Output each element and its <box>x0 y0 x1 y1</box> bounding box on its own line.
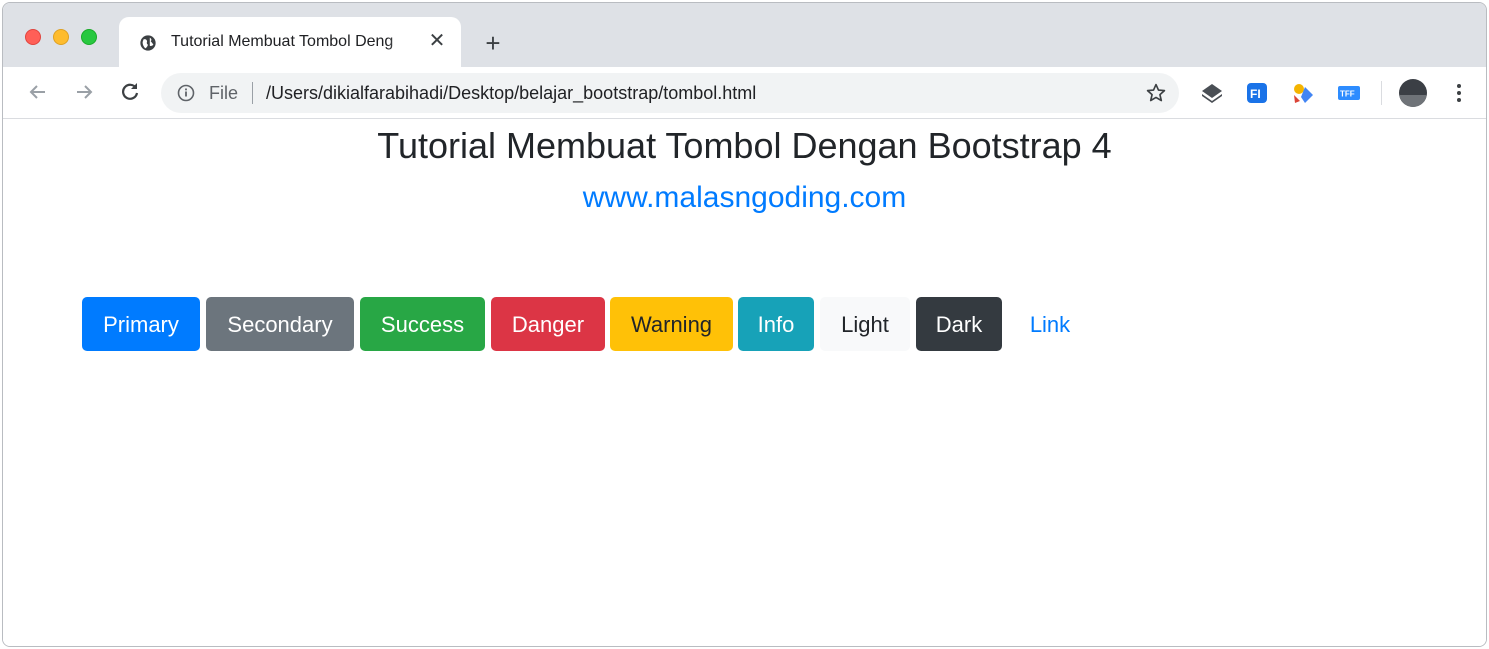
close-window-button[interactable] <box>25 29 41 45</box>
info-button[interactable]: Info <box>738 297 814 351</box>
address-bar[interactable]: File /Users/dikialfarabihadi/Desktop/bel… <box>161 73 1179 113</box>
reload-icon[interactable] <box>117 79 143 105</box>
toolbar-divider <box>1381 81 1382 105</box>
danger-button[interactable]: Danger <box>491 297 605 351</box>
url-text[interactable]: /Users/dikialfarabihadi/Desktop/belajar_… <box>266 83 756 104</box>
light-button[interactable]: Light <box>820 297 910 351</box>
browser-window: Tutorial Membuat Tombol Deng ✕ + File /U… <box>2 2 1487 647</box>
more-menu-icon[interactable] <box>1449 79 1469 107</box>
address-divider <box>252 82 253 104</box>
fi-extension-icon[interactable]: FI <box>1245 81 1269 105</box>
svg-text:TFF: TFF <box>1340 90 1355 99</box>
close-tab-icon[interactable]: ✕ <box>425 29 449 53</box>
info-icon[interactable] <box>177 84 195 102</box>
tff-extension-icon[interactable]: TFF <box>1337 81 1361 105</box>
tab-title: Tutorial Membuat Tombol Deng <box>171 33 394 50</box>
layers-icon[interactable] <box>1200 81 1224 105</box>
forward-arrow-icon[interactable] <box>71 79 97 105</box>
browser-tab[interactable]: Tutorial Membuat Tombol Deng ✕ <box>119 17 461 67</box>
new-tab-button[interactable]: + <box>479 29 507 57</box>
page-content: Tutorial Membuat Tombol Dengan Bootstrap… <box>3 119 1486 646</box>
maximize-window-button[interactable] <box>81 29 97 45</box>
page-title: Tutorial Membuat Tombol Dengan Bootstrap… <box>377 125 1112 166</box>
warning-button[interactable]: Warning <box>610 297 733 351</box>
globe-icon <box>140 35 156 51</box>
site-url-heading: www.malasngoding.com <box>582 181 907 214</box>
back-arrow-icon[interactable] <box>25 79 51 105</box>
browser-toolbar: File /Users/dikialfarabihadi/Desktop/bel… <box>3 67 1486 119</box>
secondary-button[interactable]: Secondary <box>206 297 354 351</box>
svg-text:FI: FI <box>1250 87 1261 101</box>
bookmark-star-icon[interactable] <box>1145 82 1167 104</box>
minimize-window-button[interactable] <box>53 29 69 45</box>
profile-avatar[interactable] <box>1399 79 1427 107</box>
success-button[interactable]: Success <box>360 297 485 351</box>
scheme-label: File <box>209 83 239 103</box>
dark-button[interactable]: Dark <box>916 297 1002 351</box>
tab-strip: Tutorial Membuat Tombol Deng ✕ + <box>3 3 1486 67</box>
link-button[interactable]: Link <box>1012 297 1088 351</box>
primary-button[interactable]: Primary <box>82 297 200 351</box>
sparkle-extension-icon[interactable] <box>1291 81 1315 105</box>
